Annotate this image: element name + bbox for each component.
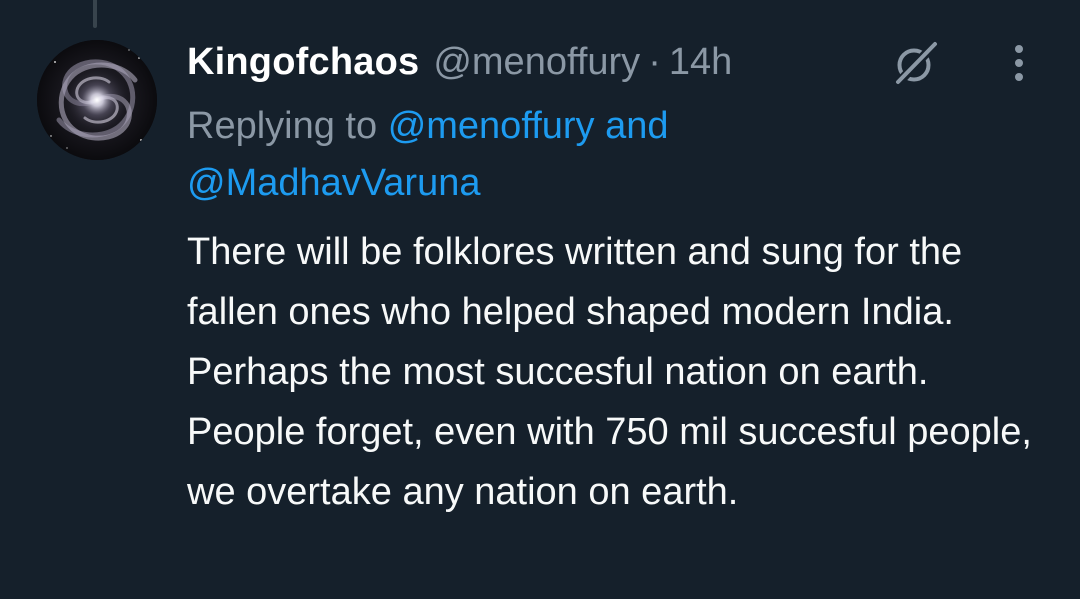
author-handle[interactable]: @menoffury — [433, 41, 640, 84]
replying-to-mention-menoffury[interactable]: @menoffury — [388, 105, 595, 147]
more-options-icon[interactable] — [1006, 42, 1032, 84]
replying-to-conjunction[interactable]: and — [605, 105, 668, 147]
galaxy-avatar-image — [37, 40, 157, 160]
replying-to-line: Replying to @menoffury and @MadhavVaruna — [187, 98, 827, 212]
tweet-timestamp[interactable]: 14h — [669, 41, 732, 84]
tweet-body-text: There will be folklores written and sung… — [187, 231, 1032, 513]
thread-connector-line — [93, 0, 97, 28]
tweet-header: Kingofchaos @menoffury · 14h — [187, 38, 732, 86]
header-separator: · — [648, 40, 661, 83]
replying-to-mention-madhavvaruna[interactable]: @MadhavVaruna — [187, 162, 480, 204]
grok-icon[interactable] — [891, 40, 941, 86]
author-display-name[interactable]: Kingofchaos — [187, 41, 419, 84]
avatar[interactable] — [37, 40, 157, 160]
replying-to-label: Replying to — [187, 105, 378, 147]
